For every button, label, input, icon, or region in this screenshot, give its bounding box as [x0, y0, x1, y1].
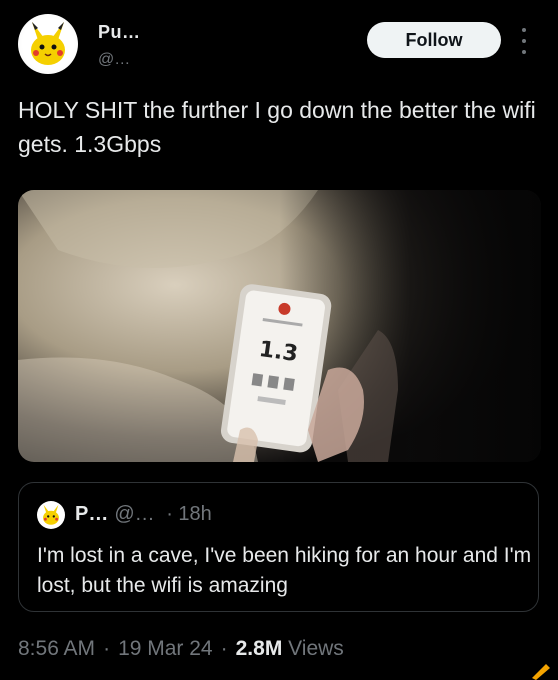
author-avatar[interactable] [18, 14, 78, 74]
pikachu-avatar-icon [31, 22, 65, 65]
tweet-text: HOLY SHIT the further I go down the bett… [18, 97, 536, 157]
views-count: 2.8M [235, 637, 283, 660]
pencil-icon [532, 664, 550, 680]
tweet-date[interactable]: 19 Mar 24 [118, 637, 213, 660]
more-vertical-icon[interactable] [514, 28, 534, 54]
separator-dot: · [220, 637, 228, 660]
quoted-tweet-time: · 18h [166, 503, 212, 525]
separator-dot: · [103, 637, 111, 660]
cave-photo-phone-speedtest: 1.3 [18, 190, 541, 462]
author-info: Pu… @… [98, 22, 141, 69]
tweet-media-photo[interactable]: 1.3 [18, 190, 541, 462]
tweet-footer: 8:56 AM · 19 Mar 24 · 2.8M Views [18, 637, 344, 661]
author-display-name[interactable]: Pu… [98, 22, 141, 43]
quoted-author-avatar[interactable] [37, 501, 65, 529]
quoted-tweet[interactable]: P… @… · 18h I'm lost in a cave, I've been… [18, 482, 539, 612]
quoted-author-handle[interactable]: @… [114, 503, 154, 525]
quoted-tweet-text: I'm lost in a cave, I've been hiking for… [37, 544, 532, 597]
pikachu-avatar-icon [43, 504, 59, 525]
tweet-header: Pu… @… Follow [18, 14, 540, 78]
quoted-author-name[interactable]: P… [75, 503, 108, 525]
views-label: Views [288, 637, 344, 660]
follow-button[interactable]: Follow [367, 22, 501, 58]
author-handle[interactable]: @… [98, 51, 141, 69]
tweet-time[interactable]: 8:56 AM [18, 637, 95, 660]
quoted-tweet-meta: P… @… · 18h [75, 503, 212, 526]
